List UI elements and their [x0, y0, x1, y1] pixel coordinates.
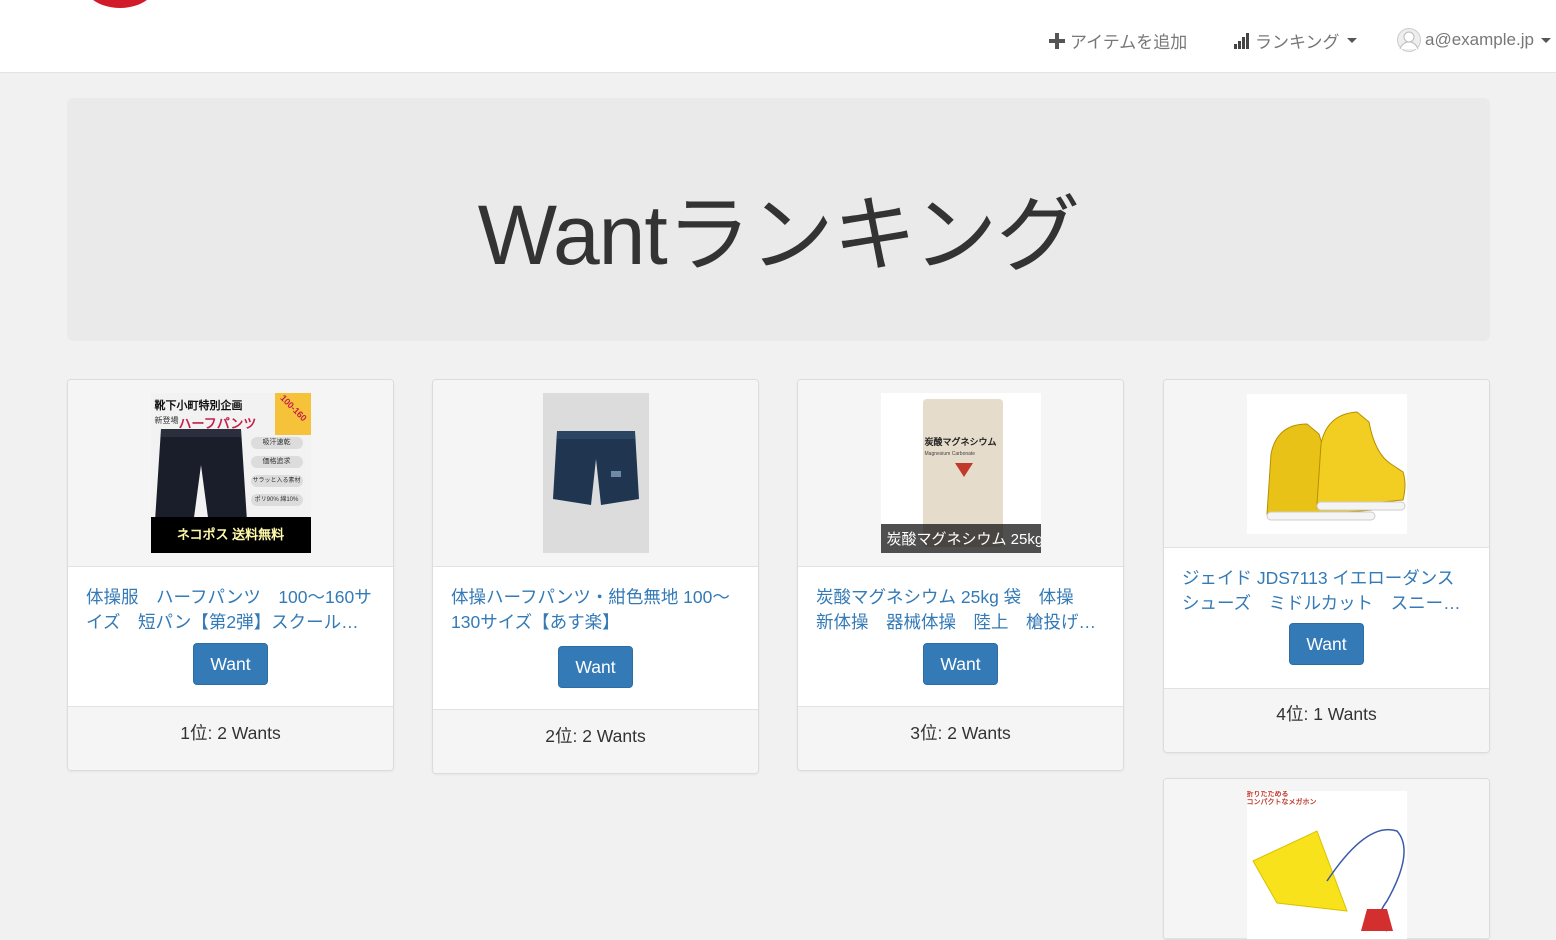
- caret-down-icon: [1540, 37, 1551, 43]
- item-card: 体操ハーフパンツ・紺色無地 100～130サイズ【あす楽】 Want 2位: 2…: [432, 379, 759, 774]
- item-card: 靴下小町特別企画 新登場 ハーフパンツ 100-160 吸汗速乾 価格追求 サラ…: [67, 379, 394, 771]
- item-rank: 1位: 2 Wants: [68, 706, 393, 770]
- want-button[interactable]: Want: [1289, 623, 1364, 665]
- item-rank: 4位: 1 Wants: [1164, 688, 1489, 752]
- image-text: サラッと入る素材: [250, 475, 303, 487]
- shorts-graphic: [552, 431, 639, 505]
- image-text: 折りたためる コンパクトなメガホン: [1246, 791, 1317, 806]
- sneaker-graphic: [1265, 410, 1405, 520]
- item-card: 折りたためる コンパクトなメガホン: [1163, 778, 1490, 940]
- megaphone-graphic: [1251, 828, 1405, 932]
- item-title-link[interactable]: 体操服 ハーフパンツ 100～160サイズ 短パン【第2弾】スクール…: [86, 585, 375, 635]
- item-title-link[interactable]: ジェイド JDS7113 イエローダンスシューズ ミドルカット スニー…: [1182, 566, 1471, 616]
- item-image-magnesium-bag[interactable]: 炭酸マグネシウム Magnesium Carbonate 炭酸マグネシウム 25…: [880, 393, 1041, 553]
- item-card: 炭酸マグネシウム Magnesium Carbonate 炭酸マグネシウム 25…: [797, 379, 1124, 771]
- signal-bars-icon: [1233, 32, 1251, 49]
- nav-add-item-link[interactable]: アイテムを追加: [1048, 28, 1187, 53]
- navbar: アイテムを追加 ランキング a@example.jp: [0, 0, 1556, 73]
- nav-user-email: a@example.jp: [1425, 30, 1534, 49]
- nav-user-dropdown[interactable]: a@example.jp: [1397, 28, 1551, 52]
- item-image-navy-shorts[interactable]: [542, 393, 649, 553]
- image-text: 価格追求: [250, 456, 303, 468]
- item-title-link[interactable]: 体操ハーフパンツ・紺色無地 100～130サイズ【あす楽】: [451, 585, 740, 635]
- item-image-area: [433, 380, 758, 567]
- item-image-area: 靴下小町特別企画 新登場 ハーフパンツ 100-160 吸汗速乾 価格追求 サラ…: [68, 380, 393, 567]
- want-button[interactable]: Want: [558, 646, 633, 688]
- caret-down-icon: [1346, 38, 1357, 43]
- want-button[interactable]: Want: [193, 643, 268, 685]
- item-card: ジェイド JDS7113 イエローダンスシューズ ミドルカット スニー… Wan…: [1163, 379, 1490, 753]
- item-image-shorts-ad[interactable]: 靴下小町特別企画 新登場 ハーフパンツ 100-160 吸汗速乾 価格追求 サラ…: [150, 393, 311, 553]
- nav-ranking-dropdown[interactable]: ランキング: [1233, 28, 1357, 53]
- item-rank: 3位: 2 Wants: [798, 706, 1123, 770]
- nav-add-item-label: アイテムを追加: [1070, 33, 1188, 52]
- image-text: 炭酸マグネシウム: [924, 437, 997, 447]
- image-text: ポリ90% 綿10%: [250, 494, 303, 506]
- nav-ranking-label: ランキング: [1255, 33, 1340, 52]
- brand-logo[interactable]: [84, 0, 156, 8]
- image-text: 吸汗速乾: [250, 437, 303, 449]
- avatar-icon: [1397, 28, 1421, 52]
- item-image-area: [1164, 380, 1489, 548]
- image-text: 靴下小町特別企画: [154, 400, 243, 412]
- image-text: Magnesium Carbonate: [924, 451, 976, 457]
- item-image-area: 折りたためる コンパクトなメガホン: [1164, 779, 1489, 939]
- page-title: Wantランキング: [477, 188, 1080, 282]
- shorts-graphic: [154, 429, 247, 525]
- item-image-caption: 炭酸マグネシウム 25kg: [880, 524, 1041, 553]
- item-title-link[interactable]: 炭酸マグネシウム 25kg 袋 体操 新体操 器械体操 陸上 槍投げ…: [816, 585, 1105, 635]
- image-text: ネコポス 送料無料: [150, 517, 311, 553]
- item-image-area: 炭酸マグネシウム Magnesium Carbonate 炭酸マグネシウム 25…: [798, 380, 1123, 567]
- item-rank: 2位: 2 Wants: [433, 709, 758, 773]
- jumbotron: Wantランキング: [67, 98, 1490, 341]
- plus-icon: [1048, 32, 1066, 50]
- item-image-yellow-sneakers[interactable]: [1246, 393, 1407, 534]
- want-button[interactable]: Want: [923, 643, 998, 685]
- item-image-megaphone[interactable]: 折りたためる コンパクトなメガホン: [1246, 791, 1407, 939]
